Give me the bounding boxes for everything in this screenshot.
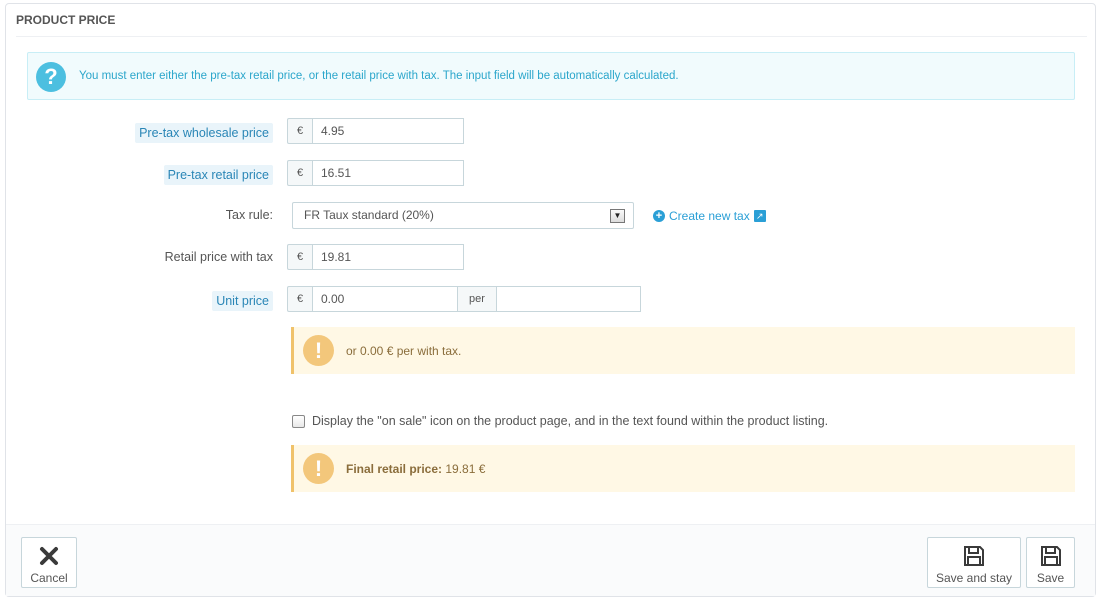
dropdown-arrow-icon[interactable]: ▼ xyxy=(610,209,625,223)
currency-addon: € xyxy=(287,286,312,312)
unit-price-label[interactable]: Unit price xyxy=(212,291,273,311)
external-link-icon: ↗ xyxy=(753,210,766,222)
on-sale-checkbox[interactable] xyxy=(292,414,305,428)
currency-addon: € xyxy=(287,118,312,144)
final-price-label: Final retail price: xyxy=(346,462,443,476)
tax-rule-select[interactable]: FR Taux standard (20%) ▼ xyxy=(292,202,634,229)
tax-rule-selected: FR Taux standard (20%) xyxy=(304,208,434,222)
cancel-label: Cancel xyxy=(30,571,68,585)
unit-per-input[interactable] xyxy=(496,286,641,312)
save-and-stay-button[interactable]: Save and stay xyxy=(927,537,1021,588)
unit-price-group: € 0.00 per xyxy=(287,286,641,312)
plus-circle-icon: + xyxy=(653,210,665,222)
final-price-alert: ! Final retail price: 19.81 € xyxy=(291,445,1075,492)
retail-with-tax-group: € 19.81 xyxy=(287,244,464,270)
question-icon: ? xyxy=(36,62,66,92)
create-new-tax-label: Create new tax xyxy=(669,209,750,223)
unit-price-input[interactable]: 0.00 xyxy=(312,286,458,312)
exclamation-icon: ! xyxy=(303,335,334,366)
cancel-button[interactable]: Cancel xyxy=(21,537,77,588)
create-new-tax-link[interactable]: + Create new tax ↗ xyxy=(653,209,766,223)
final-price-text: Final retail price: 19.81 € xyxy=(346,462,485,476)
on-sale-row: Display the "on sale" icon on the produc… xyxy=(292,414,828,428)
on-sale-text: Display the "on sale" icon on the produc… xyxy=(312,414,829,428)
wholesale-price-group: € 4.95 xyxy=(287,118,464,144)
save-icon xyxy=(1040,546,1061,566)
product-price-panel: PRODUCT PRICE ? You must enter either th… xyxy=(5,3,1096,597)
final-price-value: 19.81 € xyxy=(445,462,486,476)
retail-with-tax-label: Retail price with tax xyxy=(164,250,273,264)
retail-price-label[interactable]: Pre-tax retail price xyxy=(163,165,273,185)
wholesale-price-input[interactable]: 4.95 xyxy=(312,118,464,144)
save-button[interactable]: Save xyxy=(1026,537,1075,588)
save-icon xyxy=(964,546,984,566)
panel-title: PRODUCT PRICE xyxy=(16,4,1087,37)
info-alert: ? You must enter either the pre-tax reta… xyxy=(27,52,1075,100)
per-addon: per xyxy=(458,286,496,312)
currency-addon: € xyxy=(287,160,312,186)
save-label: Save xyxy=(1036,571,1065,585)
retail-price-input[interactable]: 16.51 xyxy=(312,160,464,186)
info-alert-text: You must enter either the pre-tax retail… xyxy=(79,70,679,82)
retail-with-tax-input[interactable]: 19.81 xyxy=(312,244,464,270)
unit-price-alert-text: or 0.00 € per with tax. xyxy=(346,344,462,358)
close-icon xyxy=(40,547,58,565)
tax-rule-label: Tax rule: xyxy=(225,208,273,222)
unit-price-alert: ! or 0.00 € per with tax. xyxy=(291,327,1075,374)
currency-addon: € xyxy=(287,244,312,270)
wholesale-price-label[interactable]: Pre-tax wholesale price xyxy=(135,123,273,143)
retail-price-group: € 16.51 xyxy=(287,160,464,186)
panel-footer: Cancel Save and stay Save xyxy=(6,524,1095,596)
exclamation-icon: ! xyxy=(303,453,334,484)
save-and-stay-label: Save and stay xyxy=(935,571,1013,585)
